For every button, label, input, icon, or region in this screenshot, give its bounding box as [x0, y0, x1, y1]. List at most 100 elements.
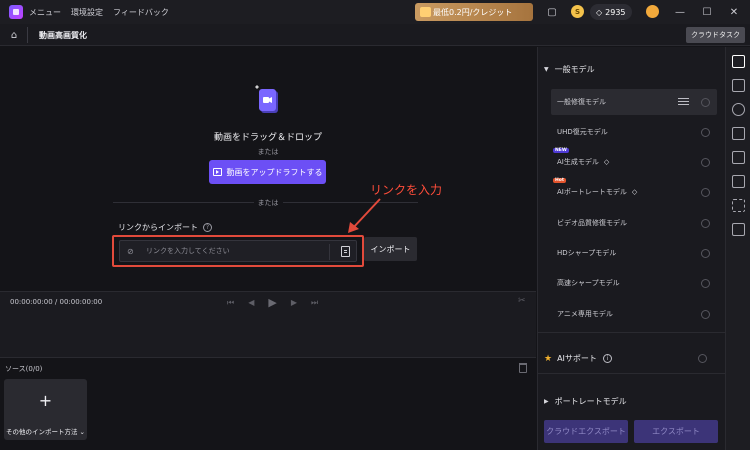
hot-badge: Hot	[553, 178, 567, 183]
annotation-arrow	[348, 198, 381, 233]
minimize-icon[interactable]: —	[672, 4, 688, 20]
step-forward-icon[interactable]: ▶	[291, 298, 297, 307]
tool-rail	[725, 47, 750, 450]
eraser-icon[interactable]	[732, 175, 745, 188]
diamond-icon: ◇	[603, 158, 610, 166]
promo-banner[interactable]: 最低0.2円/クレジット	[415, 3, 533, 21]
video-file-icon	[255, 85, 278, 113]
toolbar: ⌂ 動画高画質化 クラウドタスク	[0, 24, 750, 46]
model-radio[interactable]	[701, 188, 710, 197]
upload-video-button[interactable]: 動画をアップドラフトする	[209, 160, 326, 184]
other-import-label: その他のインポート方法 ⌄	[5, 428, 85, 436]
page-title: 動画高画質化	[39, 31, 87, 40]
link-import-text: リンクからインポート	[118, 223, 198, 232]
export-button[interactable]: エクスポート	[634, 420, 718, 443]
model-radio[interactable]	[701, 279, 710, 288]
new-badge: NEW	[553, 148, 569, 153]
model-video-quality-repair[interactable]: ビデオ品質修復モデル	[551, 210, 717, 236]
plus-icon: +	[38, 391, 53, 410]
link-input[interactable]	[146, 247, 326, 255]
model-label: 高速シャープモデル	[557, 279, 620, 287]
model-radio[interactable]	[701, 128, 710, 137]
link-input-highlight: ⊘	[112, 235, 364, 267]
model-ai-portrait[interactable]: Hot AIポートレートモデル ◇	[551, 178, 717, 205]
panel-divider	[538, 332, 726, 333]
model-anime[interactable]: アニメ専用モデル	[551, 301, 717, 327]
skip-forward-icon[interactable]: ⏭	[311, 298, 318, 308]
title-bar: メニュー 環境設定 フィードバック 最低0.2円/クレジット ▢ S ◇ 293…	[0, 0, 750, 24]
playback-bar: 00:00:00:00 / 00:00:00:00 ⏮ ◀ ▶ ▶ ⏭ ✂	[0, 291, 536, 357]
crop-icon[interactable]	[732, 199, 745, 212]
colorize-icon[interactable]	[732, 103, 745, 116]
edit-icon[interactable]	[732, 151, 745, 164]
caret-right-icon: ▶	[544, 398, 549, 405]
portrait-models-label: ポートレートモデル	[554, 397, 627, 406]
paste-icon[interactable]	[341, 246, 350, 257]
upload-button-label: 動画をアップドラフトする	[226, 167, 323, 177]
caret-down-icon: ▼	[544, 66, 549, 73]
ai-support-row[interactable]: ★ AIサポート i	[544, 353, 612, 364]
avatar[interactable]	[646, 5, 659, 18]
or-divider: または	[0, 198, 536, 208]
grid-icon[interactable]	[732, 127, 745, 140]
home-icon[interactable]: ⌂	[7, 28, 21, 42]
skip-back-icon[interactable]: ⏮	[227, 298, 234, 308]
diamond-icon: ◇	[631, 188, 638, 196]
model-label: AI生成モデル	[557, 158, 599, 166]
main-menu: メニュー 環境設定 フィードバック	[29, 7, 179, 18]
frame-interp-icon[interactable]	[732, 79, 745, 92]
scissors-icon[interactable]: ✂	[518, 296, 526, 306]
import-button[interactable]: インポート	[364, 237, 417, 261]
menu-item-feedback[interactable]: フィードバック	[113, 7, 169, 18]
play-icon[interactable]: ▶	[268, 296, 276, 309]
model-label: HDシャープモデル	[557, 249, 617, 257]
model-hd-sharp[interactable]: HDシャープモデル	[551, 240, 717, 266]
close-icon[interactable]: ✕	[726, 4, 742, 20]
screen-icon[interactable]: ▢	[545, 5, 559, 19]
upload-area[interactable]: 動画をドラッグ＆ドロップ または 動画をアップドラフトする または リンクを入力…	[0, 47, 536, 291]
menu-item-settings[interactable]: 環境設定	[71, 7, 103, 18]
model-label: AIポートレートモデル	[557, 188, 627, 196]
general-models-label: 一般モデル	[554, 65, 595, 74]
cloud-task-button[interactable]: クラウドタスク	[686, 27, 745, 43]
link-icon: ⊘	[127, 246, 134, 256]
general-models-header[interactable]: ▼ 一般モデル	[544, 64, 595, 75]
video-enhance-icon[interactable]	[732, 55, 745, 68]
other-import-card[interactable]: + その他のインポート方法 ⌄	[4, 379, 87, 440]
coin-icon[interactable]: S	[571, 5, 584, 18]
trash-icon[interactable]	[519, 363, 527, 373]
help-icon[interactable]: ?	[203, 223, 212, 232]
link-input-container: ⊘	[119, 240, 357, 262]
cloud-export-button[interactable]: クラウドエクスポート	[544, 420, 628, 443]
model-label: ビデオ品質修復モデル	[557, 219, 627, 227]
credits-counter[interactable]: ◇ 2935	[590, 4, 632, 20]
model-radio[interactable]	[701, 158, 710, 167]
model-ai-generation[interactable]: NEW AI生成モデル ◇	[551, 148, 717, 175]
export-video-icon[interactable]	[732, 223, 745, 236]
promo-text: 最低0.2円/クレジット	[433, 7, 513, 17]
playback-controls: ⏮ ◀ ▶ ▶ ⏭	[220, 296, 325, 309]
portrait-models-header[interactable]: ▶ ポートレートモデル	[544, 396, 627, 407]
model-panel: ▼ 一般モデル 一般修復モデル UHD復元モデル NEW AI生成モデル ◇ H…	[537, 47, 726, 450]
star-icon: ★	[544, 353, 553, 364]
model-label: アニメ専用モデル	[557, 310, 613, 318]
info-icon[interactable]: i	[602, 354, 612, 363]
timecode: 00:00:00:00 / 00:00:00:00	[10, 298, 103, 306]
model-radio[interactable]	[701, 98, 710, 107]
credits-value: 2935	[605, 7, 626, 17]
menu-item-menu[interactable]: メニュー	[29, 7, 61, 18]
paste-divider	[329, 244, 330, 260]
adjust-icon[interactable]	[678, 97, 689, 106]
source-panel: ソース(0/0) + その他のインポート方法 ⌄	[0, 357, 536, 450]
model-fast-sharp[interactable]: 高速シャープモデル	[551, 270, 717, 296]
model-radio[interactable]	[701, 219, 710, 228]
model-radio[interactable]	[701, 310, 710, 319]
ai-support-radio[interactable]	[698, 354, 707, 363]
model-general-repair[interactable]: 一般修復モデル	[551, 89, 717, 115]
step-back-icon[interactable]: ◀	[248, 298, 254, 307]
maximize-icon[interactable]: ☐	[699, 4, 715, 20]
or-text: または	[257, 148, 279, 156]
app-logo	[9, 5, 23, 19]
model-uhd-restore[interactable]: UHD復元モデル	[551, 119, 717, 145]
model-radio[interactable]	[701, 249, 710, 258]
